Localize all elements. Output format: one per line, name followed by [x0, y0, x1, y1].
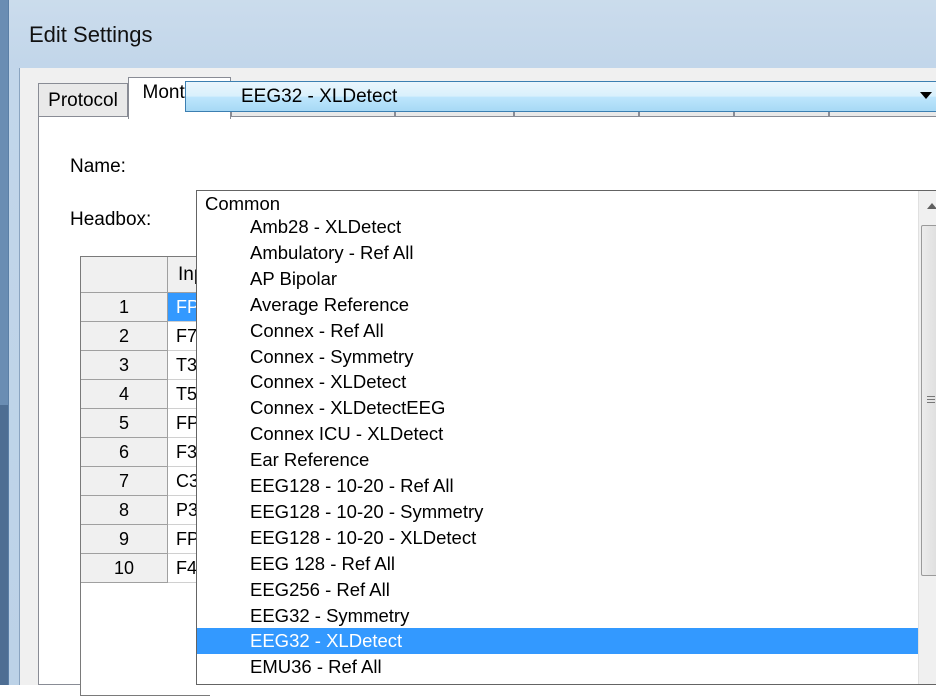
dropdown-item[interactable]: Connex - XLDetectEEG [197, 395, 919, 421]
montage-name-combobox[interactable]: EEG32 - XLDetect [185, 81, 936, 112]
montage-grid[interactable]: Input 1FP12F73T34T55FP16F37C38P39FP210F4 [80, 256, 220, 696]
grid-row-number[interactable]: 3 [81, 351, 168, 380]
dropdown-item[interactable]: EMU36 - Ref All [197, 654, 919, 680]
tab-protocol[interactable]: Protocol [38, 83, 128, 116]
dropdown-item[interactable]: Ear Reference [197, 447, 919, 473]
dropdown-item[interactable]: Connex - Symmetry [197, 344, 919, 370]
grid-row-number[interactable]: 7 [81, 467, 168, 496]
grip-icon [927, 396, 935, 397]
dropdown-item[interactable]: EEG128 - 10-20 - XLDetect [197, 525, 919, 551]
chevron-down-icon[interactable] [920, 92, 932, 99]
dropdown-item[interactable]: Amb28 - XLDetect [197, 214, 919, 240]
edit-settings-window: Edit Settings ProtocolMontageChannel Lab… [8, 0, 936, 696]
grid-corner-header [81, 257, 168, 293]
grid-row-number[interactable]: 1 [81, 293, 168, 322]
dropdown-item[interactable]: EEG32 - XLDetect [197, 628, 919, 655]
dropdown-item[interactable]: EEG 128 - Ref All [197, 551, 919, 577]
dropdown-item[interactable]: Connex ICU - XLDetect [197, 421, 919, 447]
grid-row-number[interactable]: 6 [81, 438, 168, 467]
dropdown-scrollbar[interactable] [918, 191, 936, 684]
grid-row-number[interactable]: 8 [81, 496, 168, 525]
montage-dropdown-list[interactable]: Common Amb28 - XLDetect Ambulatory - Ref … [196, 190, 936, 685]
montage-name-value: EEG32 - XLDetect [241, 86, 398, 107]
grid-row-number[interactable]: 2 [81, 322, 168, 351]
window-title: Edit Settings [29, 22, 153, 47]
dropdown-item[interactable]: EEG256 - Ref All [197, 577, 919, 603]
grid-row-number[interactable]: 5 [81, 409, 168, 438]
dropdown-item[interactable]: EEG128 - 10-20 - Ref All [197, 473, 919, 499]
dropdown-item[interactable]: EEG32 - Symmetry [197, 603, 919, 629]
name-label: Name: [70, 156, 126, 177]
dropdown-item[interactable]: Connex - XLDetect [197, 369, 919, 395]
headbox-label: Headbox: [70, 209, 152, 230]
dropdown-item[interactable]: AP Bipolar [197, 266, 919, 292]
background-window-edge [0, 0, 8, 685]
grid-row-number[interactable]: 9 [81, 525, 168, 554]
grid-row-number[interactable]: 4 [81, 380, 168, 409]
scrollbar-thumb[interactable] [921, 225, 936, 576]
dropdown-item[interactable]: Connex - Ref All [197, 318, 919, 344]
grid-row-number[interactable]: 10 [81, 554, 168, 583]
dropdown-item[interactable]: Ambulatory - Ref All [197, 240, 919, 266]
dropdown-item[interactable]: EEG128 - 10-20 - Symmetry [197, 499, 919, 525]
dropdown-item[interactable]: Average Reference [197, 292, 919, 318]
scroll-up-arrow-icon[interactable] [927, 203, 936, 209]
